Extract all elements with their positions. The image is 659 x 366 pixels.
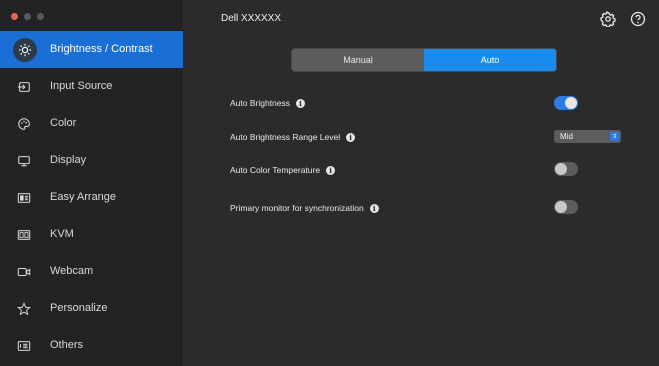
sidebar-item-label: Webcam — [50, 265, 94, 277]
mode-manual-tab[interactable]: Manual — [292, 49, 424, 71]
sidebar-item-others[interactable]: Others — [0, 327, 183, 364]
sidebar-item-display[interactable]: Display — [0, 142, 183, 179]
kvm-icon — [14, 225, 34, 245]
range-level-value: Mid — [560, 132, 573, 141]
chevron-updown-icon: ⇕ — [610, 132, 619, 141]
primary-sync-label: Primary monitor for synchronization — [230, 203, 364, 213]
info-icon[interactable]: i — [326, 165, 336, 175]
app-window: Brightness / Contrast Input Source Color… — [0, 0, 659, 366]
range-level-label: Auto Brightness Range Level — [230, 132, 341, 142]
sidebar-item-input-source[interactable]: Input Source — [0, 68, 183, 105]
sidebar-item-label: Personalize — [50, 302, 108, 314]
mode-segmented-control: Manual Auto — [291, 48, 557, 72]
zoom-window-button[interactable] — [37, 13, 44, 20]
sidebar-item-easy-arrange[interactable]: Easy Arrange — [0, 179, 183, 216]
primary-sync-row: Primary monitor for synchronization i — [230, 203, 379, 213]
help-icon[interactable] — [630, 11, 646, 27]
toggle-knob — [565, 97, 577, 109]
info-icon[interactable]: i — [296, 98, 306, 108]
mode-auto-tab[interactable]: Auto — [424, 49, 556, 71]
sidebar-nav: Brightness / Contrast Input Source Color… — [0, 31, 183, 364]
minimize-window-button[interactable] — [24, 13, 31, 20]
webcam-icon — [14, 262, 34, 282]
range-level-select[interactable]: Mid ⇕ — [554, 130, 621, 143]
sidebar-item-brightness-contrast[interactable]: Brightness / Contrast — [0, 31, 183, 68]
sidebar-item-label: Color — [50, 117, 77, 129]
sidebar-item-color[interactable]: Color — [0, 105, 183, 142]
sidebar-item-label: Input Source — [50, 80, 113, 92]
sidebar: Brightness / Contrast Input Source Color… — [0, 0, 183, 366]
window-controls — [11, 13, 44, 20]
info-icon[interactable]: i — [346, 132, 356, 142]
display-icon — [14, 151, 34, 171]
toggle-knob — [555, 163, 567, 175]
auto-color-temp-label: Auto Color Temperature — [230, 165, 321, 175]
range-level-row: Auto Brightness Range Level i — [230, 132, 356, 142]
gear-icon[interactable] — [600, 10, 616, 28]
sidebar-item-webcam[interactable]: Webcam — [0, 253, 183, 290]
sidebar-item-label: KVM — [50, 228, 74, 240]
auto-color-temp-toggle[interactable] — [554, 162, 578, 176]
auto-brightness-label: Auto Brightness — [230, 98, 291, 108]
primary-sync-toggle[interactable] — [554, 200, 578, 214]
sidebar-item-label: Brightness / Contrast — [50, 43, 153, 55]
input-source-icon — [14, 77, 34, 97]
sidebar-item-label: Easy Arrange — [50, 191, 117, 203]
star-icon — [14, 299, 34, 319]
auto-brightness-row: Auto Brightness i — [230, 98, 306, 108]
window-title: Dell XXXXXX — [221, 13, 282, 24]
sidebar-item-personalize[interactable]: Personalize — [0, 290, 183, 327]
sidebar-item-kvm[interactable]: KVM — [0, 216, 183, 253]
auto-brightness-toggle[interactable] — [554, 96, 578, 110]
brightness-icon — [13, 38, 37, 62]
toggle-knob — [555, 201, 567, 213]
close-window-button[interactable] — [11, 13, 18, 20]
others-icon — [14, 336, 34, 356]
sidebar-item-label: Display — [50, 154, 87, 166]
easy-arrange-icon — [14, 188, 34, 208]
sidebar-item-label: Others — [50, 339, 84, 351]
info-icon[interactable]: i — [369, 203, 379, 213]
auto-color-temp-row: Auto Color Temperature i — [230, 165, 336, 175]
color-palette-icon — [14, 114, 34, 134]
